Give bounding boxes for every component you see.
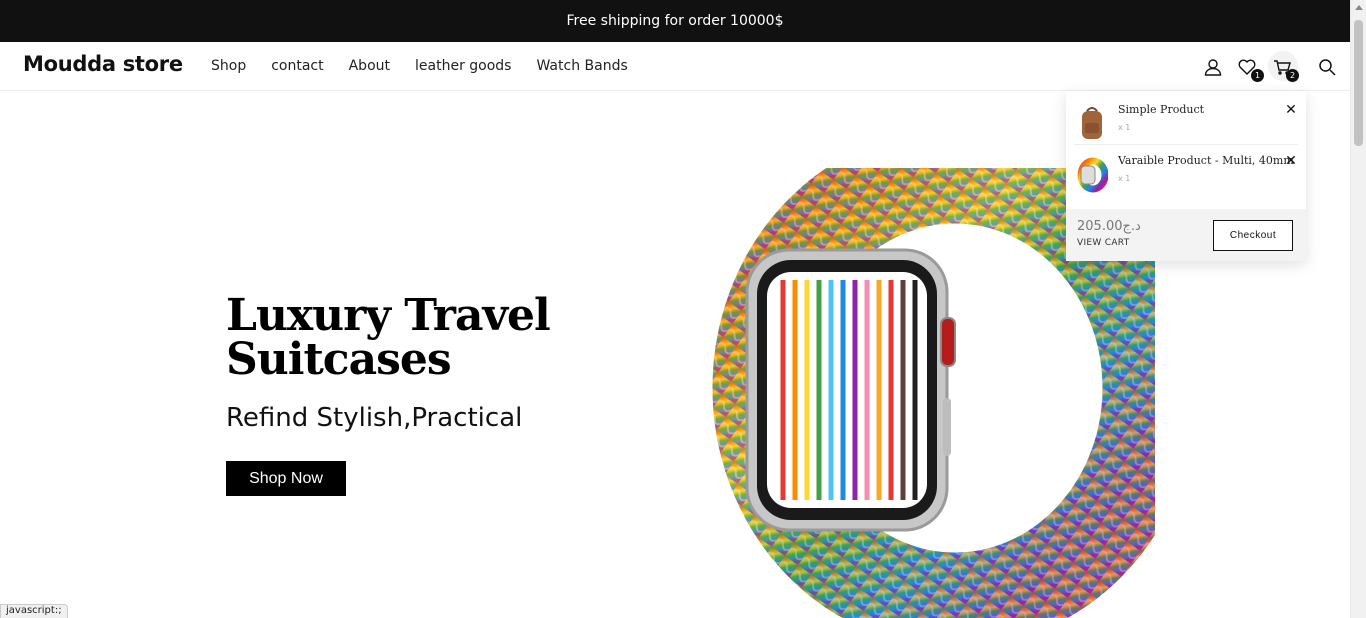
- main-nav: Shop contact About leather goods Watch B…: [211, 58, 653, 74]
- nav-leather-goods[interactable]: leather goods: [415, 58, 511, 74]
- view-cart-link[interactable]: VIEW CART: [1077, 238, 1130, 248]
- nav-contact[interactable]: contact: [271, 58, 323, 74]
- cart-item: Varaible Product - Multi, 40mm x 1 ✕: [1074, 152, 1298, 202]
- scroll-thumb[interactable]: [1354, 20, 1363, 146]
- nav-watch-bands[interactable]: Watch Bands: [536, 58, 627, 74]
- cart-item-qty: x 1: [1118, 174, 1131, 183]
- cart-item-name[interactable]: Varaible Product - Multi, 40mm: [1118, 154, 1294, 167]
- nav-shop[interactable]: Shop: [211, 58, 246, 74]
- account-icon[interactable]: [1202, 56, 1224, 78]
- backpack-thumbnail: [1082, 107, 1102, 139]
- cart-footer: 205.00د.ج VIEW CART Checkout: [1066, 209, 1306, 261]
- checkout-button[interactable]: Checkout: [1213, 220, 1293, 251]
- cart-divider: [1074, 144, 1298, 145]
- link-status-tooltip: javascript:;: [0, 604, 68, 618]
- wishlist-icon[interactable]: 1: [1236, 56, 1264, 82]
- watch-band-thumbnail: [1077, 157, 1108, 193]
- cart-item-qty: x 1: [1118, 123, 1131, 132]
- remove-item-icon[interactable]: ✕: [1284, 153, 1298, 169]
- cart-count-badge: 2: [1286, 69, 1299, 82]
- cart-item-name[interactable]: Simple Product: [1118, 103, 1204, 116]
- site-header: Moudda store Shop contact About leather …: [0, 42, 1350, 91]
- wishlist-count-badge: 1: [1251, 69, 1264, 82]
- announcement-text: Free shipping for order 10000$: [566, 13, 784, 29]
- search-icon[interactable]: [1316, 56, 1338, 78]
- mini-cart-popup: Simple Product x 1 ✕ Varaible Product - …: [1066, 91, 1306, 261]
- page-scrollbar[interactable]: [1350, 0, 1366, 618]
- cart-icon[interactable]: 2: [1271, 56, 1299, 82]
- shop-now-button[interactable]: Shop Now: [226, 461, 346, 496]
- remove-item-icon[interactable]: ✕: [1284, 102, 1298, 118]
- nav-about[interactable]: About: [349, 58, 390, 74]
- hero-title: Luxury Travel Suitcases: [226, 290, 551, 385]
- hero-subtitle: Refind Stylish,Practical: [226, 403, 523, 433]
- cart-total: 205.00د.ج: [1077, 219, 1141, 234]
- announcement-bar: Free shipping for order 10000$: [0, 0, 1350, 42]
- site-logo[interactable]: Moudda store: [23, 52, 183, 76]
- scroll-up-icon[interactable]: [1355, 5, 1363, 10]
